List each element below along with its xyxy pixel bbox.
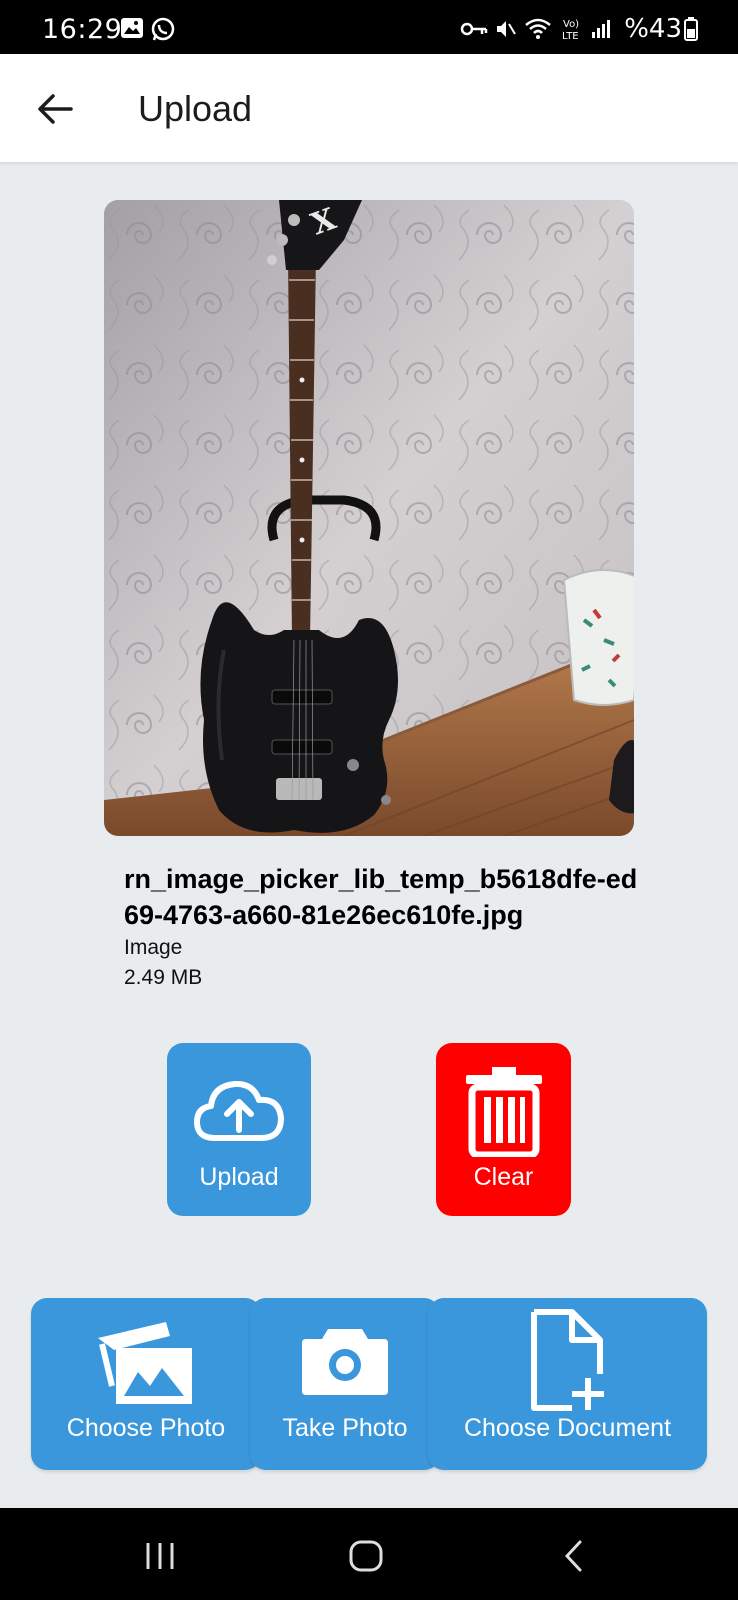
gallery-icon [120,16,144,45]
choose-photo-button[interactable]: Choose Photo [31,1298,261,1470]
svg-text:LTE: LTE [562,31,579,42]
home-icon [349,1540,383,1572]
app-header: Upload [0,54,738,162]
arrow-left-icon [38,94,73,124]
take-photo-button[interactable]: Take Photo [250,1298,440,1470]
photo-gallery-icon [98,1322,192,1404]
take-photo-label: Take Photo [282,1414,408,1442]
nav-back-button[interactable] [544,1534,604,1578]
clear-button[interactable]: Clear [436,1043,571,1216]
battery-icon [684,17,698,46]
signal-icon [590,18,612,45]
wifi-icon [524,17,552,46]
mute-icon [494,18,518,45]
page-title: Upload [138,88,253,129]
system-nav-bar [0,1508,738,1600]
file-name: rn_image_picker_lib_temp_b5618dfe-ed69-4… [124,864,638,930]
whatsapp-icon [150,16,176,47]
status-bar: 16:29 Vo) LTE %43 [0,0,738,54]
svg-text:Vo): Vo) [563,19,579,30]
battery-level: %43 [624,14,682,44]
recent-apps-button[interactable] [130,1534,190,1578]
volte-icon: Vo) LTE [560,16,586,47]
clear-label: Clear [473,1163,534,1191]
recent-apps-icon [146,1543,174,1569]
status-time: 16:29 [42,14,123,45]
trash-icon [465,1067,542,1157]
choose-photo-label: Choose Photo [66,1414,226,1442]
cloud-upload-icon [194,1080,284,1141]
choose-document-button[interactable]: Choose Document [428,1298,707,1470]
file-size: 2.49 MB [124,966,203,989]
home-button[interactable] [336,1534,396,1578]
image-preview: X [104,200,634,836]
upload-button[interactable]: Upload [167,1043,311,1216]
file-info: rn_image_picker_lib_temp_b5618dfe-ed69-4… [124,861,644,993]
choose-document-label: Choose Document [463,1414,672,1442]
document-add-icon [530,1309,604,1411]
upload-label: Upload [199,1163,279,1191]
file-type: Image [124,936,183,959]
back-icon [564,1540,582,1572]
camera-icon [302,1329,388,1395]
back-button[interactable] [30,84,80,134]
vpn-key-icon [460,20,488,43]
